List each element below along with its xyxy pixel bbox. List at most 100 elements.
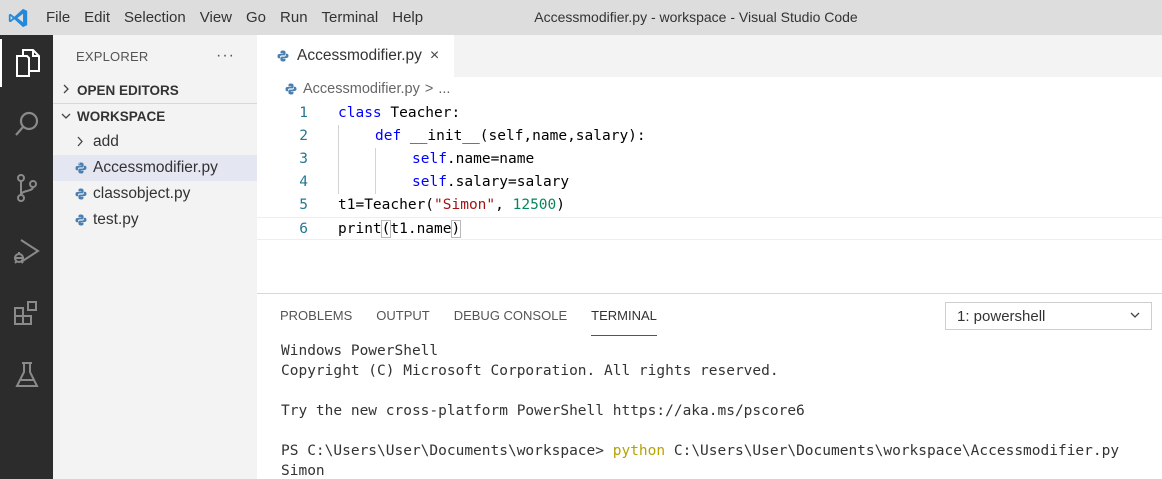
- explorer-title: EXPLORER: [76, 48, 149, 64]
- line-number: 2: [299, 128, 308, 144]
- terminal-prompt: PS C:\Users\User\Documents\workspace>: [281, 443, 613, 459]
- tab-debug-console[interactable]: DEBUG CONSOLE: [454, 294, 567, 336]
- terminal-line: Copyright (C) Microsoft Corporation. All…: [281, 363, 779, 379]
- python-file-icon: [277, 50, 289, 62]
- menu-bar: File Edit Selection View Go Run Terminal…: [39, 0, 430, 35]
- menu-terminal[interactable]: Terminal: [315, 0, 386, 35]
- title-bar: File Edit Selection View Go Run Terminal…: [0, 0, 1162, 35]
- chevron-down-icon: [61, 110, 77, 124]
- tab-accessmodifier[interactable]: Accessmodifier.py ×: [257, 35, 454, 77]
- tab-label: Accessmodifier.py: [297, 47, 422, 64]
- source-control-icon[interactable]: [0, 164, 53, 212]
- code-text: t1=Teacher("Simon", 12500): [338, 194, 565, 217]
- editor-tab-bar: Accessmodifier.py ×: [257, 35, 1162, 77]
- chevron-right-icon: >: [424, 81, 434, 97]
- tree-item-add-folder[interactable]: add: [53, 129, 257, 155]
- chevron-right-icon: [61, 83, 77, 97]
- tree-item-test[interactable]: test.py: [53, 207, 257, 233]
- code-token: .salary=salary: [446, 174, 570, 190]
- line-number: 4: [299, 174, 308, 190]
- keyword-token: def: [375, 128, 402, 144]
- tree-item-label: Accessmodifier.py: [93, 159, 218, 176]
- keyword-token: self: [412, 174, 447, 190]
- indent-guide: [375, 171, 376, 194]
- menu-edit[interactable]: Edit: [77, 0, 117, 35]
- activity-bar: [0, 35, 53, 479]
- menu-file[interactable]: File: [39, 0, 77, 35]
- keyword-token: self: [412, 151, 447, 167]
- tab-problems[interactable]: PROBLEMS: [280, 294, 352, 336]
- code-token: .name=name: [446, 151, 535, 167]
- breadcrumb-symbols[interactable]: ...: [438, 81, 450, 97]
- code-line: 4 self.salary=salary: [257, 171, 1162, 194]
- line-number: 5: [299, 197, 308, 213]
- menu-selection[interactable]: Selection: [117, 0, 193, 35]
- terminal-args: C:\Users\User\Documents\workspace\Access…: [665, 443, 1120, 459]
- tree-item-classobject[interactable]: classobject.py: [53, 181, 257, 207]
- code-token: t1=Teacher(: [338, 197, 435, 213]
- menu-help[interactable]: Help: [385, 0, 430, 35]
- open-editors-label: OPEN EDITORS: [77, 82, 179, 98]
- search-icon[interactable]: [0, 100, 53, 148]
- tab-terminal[interactable]: TERMINAL: [591, 302, 657, 336]
- tree-item-label: add: [93, 133, 119, 150]
- vscode-logo-icon: [0, 0, 35, 35]
- menu-run[interactable]: Run: [273, 0, 315, 35]
- python-file-icon: [75, 188, 93, 200]
- code-line: 5 t1=Teacher("Simon", 12500): [257, 194, 1162, 217]
- code-line: 1 class Teacher:: [257, 102, 1162, 125]
- python-file-icon: [285, 83, 297, 95]
- tab-output[interactable]: OUTPUT: [376, 294, 429, 336]
- open-editors-section[interactable]: OPEN EDITORS: [53, 77, 257, 103]
- more-actions-icon[interactable]: ···: [216, 47, 235, 65]
- terminal-command-line: PS C:\Users\User\Documents\workspace> py…: [281, 441, 1119, 461]
- tree-item-label: test.py: [93, 211, 139, 228]
- testing-icon[interactable]: [0, 351, 53, 399]
- workspace-section[interactable]: WORKSPACE: [53, 103, 257, 129]
- number-token: 12500: [512, 197, 557, 213]
- code-text: print(t1.name): [338, 218, 462, 241]
- indent-guide: [338, 171, 339, 194]
- terminal-command: python: [612, 443, 666, 459]
- breadcrumb-file[interactable]: Accessmodifier.py: [303, 81, 420, 97]
- code-line: 3 self.name=name: [257, 148, 1162, 171]
- tree-item-accessmodifier[interactable]: Accessmodifier.py: [53, 155, 257, 181]
- code-editor[interactable]: 1 class Teacher: 2 def __init__(self,nam…: [257, 102, 1162, 240]
- chevron-right-icon: [75, 135, 93, 150]
- string-token: "Simon": [434, 197, 496, 213]
- terminal-select[interactable]: 1: powershell: [945, 302, 1152, 330]
- indent-guide: [375, 148, 376, 171]
- code-text: self.name=name: [412, 148, 534, 171]
- code-text: class Teacher:: [338, 102, 460, 125]
- terminal-output[interactable]: Windows PowerShell Copyright (C) Microso…: [281, 341, 1119, 479]
- python-file-icon: [75, 214, 93, 226]
- explorer-header: EXPLORER ···: [53, 35, 257, 77]
- code-token: print: [338, 221, 382, 237]
- code-token: t1.name: [390, 221, 452, 237]
- extensions-icon[interactable]: [0, 290, 53, 338]
- indent-guide: [338, 125, 339, 148]
- indent-guide: [338, 148, 339, 171]
- python-file-icon: [75, 162, 93, 174]
- terminal-line: Simon: [281, 463, 325, 479]
- menu-go[interactable]: Go: [239, 0, 273, 35]
- code-line-current: 6 print(t1.name): [257, 217, 1162, 240]
- line-number: 1: [299, 105, 308, 121]
- line-number: 6: [299, 221, 308, 237]
- code-token: ,: [495, 197, 513, 213]
- code-token: ): [556, 197, 565, 213]
- workspace-label: WORKSPACE: [77, 109, 166, 124]
- tree-item-label: classobject.py: [93, 185, 191, 202]
- close-icon[interactable]: ×: [430, 47, 439, 65]
- terminal-line: Try the new cross-platform PowerShell ht…: [281, 403, 805, 419]
- terminal-line: Windows PowerShell: [281, 343, 439, 359]
- explorer-sidebar: EXPLORER ··· OPEN EDITORS WORKSPACE add …: [53, 35, 257, 479]
- explorer-icon[interactable]: [0, 39, 53, 87]
- bracket-match: ): [450, 220, 462, 238]
- keyword-token: class: [338, 105, 382, 121]
- run-debug-icon[interactable]: [0, 227, 53, 275]
- code-token: Teacher:: [381, 105, 461, 121]
- menu-view[interactable]: View: [193, 0, 239, 35]
